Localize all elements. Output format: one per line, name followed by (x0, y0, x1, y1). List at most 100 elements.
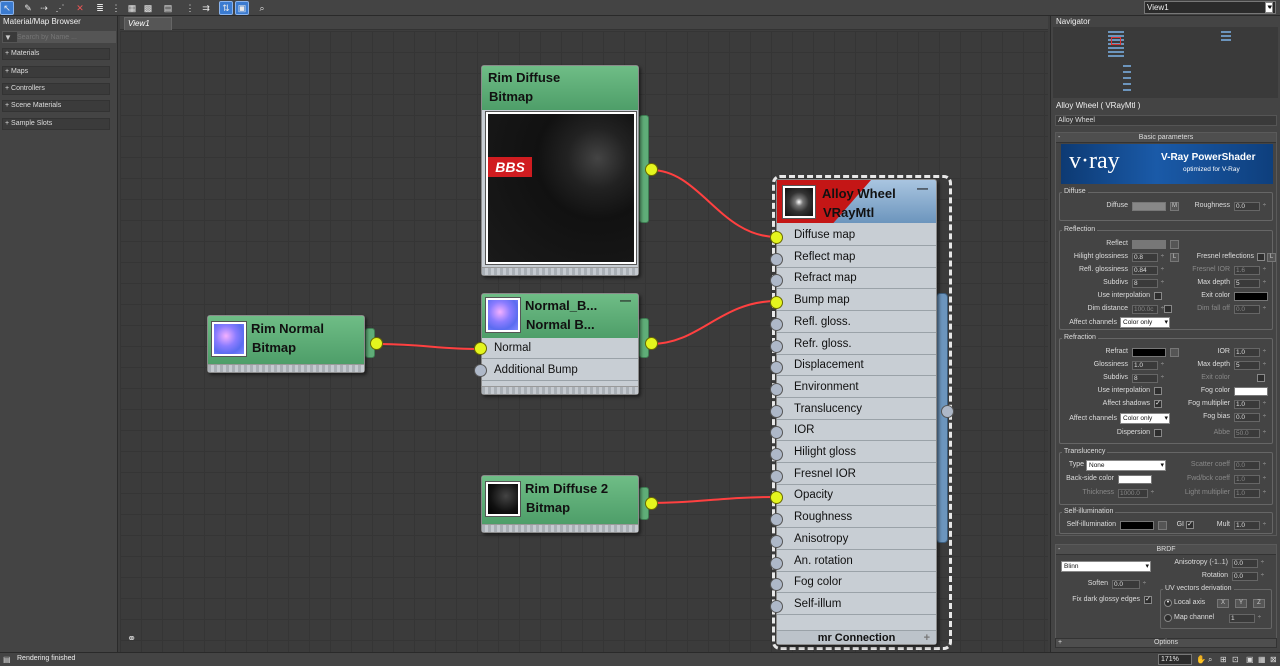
abbe-spinner[interactable]: 50.0 (1234, 429, 1266, 438)
output-socket[interactable] (941, 405, 954, 418)
use-interp-checkbox[interactable] (1154, 292, 1162, 300)
affect-channels-dropdown[interactable]: Color only (1120, 413, 1170, 424)
assign-material-icon[interactable]: ⇢ (38, 2, 50, 14)
slot-fog-color[interactable]: Fog color (777, 572, 936, 594)
exit-color-swatch[interactable] (1234, 292, 1268, 301)
node-alloy-wheel[interactable]: Alloy Wheel VRayMtl — Diffuse map Reflect… (776, 179, 937, 645)
dim-falloff-spinner[interactable]: 0.0 (1234, 305, 1266, 314)
zoom-select[interactable]: 171% (1158, 654, 1192, 665)
zoom-extents-icon[interactable]: ⊡ (1232, 655, 1239, 664)
dim-dist-spinner[interactable]: 100.0c (1132, 305, 1164, 314)
diffuse-map-button[interactable]: M (1170, 202, 1179, 211)
input-socket[interactable] (770, 469, 783, 483)
maximize-icon[interactable]: ⊠ (1270, 655, 1277, 664)
slot-fresnel-ior[interactable]: Fresnel IOR (777, 464, 936, 485)
input-socket[interactable] (770, 556, 783, 570)
zoom-icon[interactable]: ⌕ (1208, 655, 1212, 665)
axis-x-button[interactable]: X (1217, 599, 1229, 608)
mr-connection-footer[interactable]: mr Connection + (777, 630, 936, 644)
put-to-library-icon[interactable]: ⋰ (54, 2, 66, 14)
gi-checkbox[interactable]: ✓ (1186, 521, 1194, 529)
fog-bias-spinner[interactable]: 0.0 (1234, 413, 1266, 422)
fresnel-ior-spinner[interactable]: 1.6 (1234, 266, 1266, 275)
reflect-color-swatch[interactable] (1132, 240, 1166, 249)
view-select[interactable]: View1 ▾ (1144, 1, 1276, 14)
binoculars-icon[interactable]: ⚭ (127, 632, 136, 645)
material-name-field[interactable]: Alloy Wheel (1055, 115, 1277, 126)
slot-translucency[interactable]: Translucency (777, 399, 936, 420)
input-socket-additional-bump[interactable] (474, 364, 487, 377)
light-mult-spinner[interactable]: 1.0 (1234, 489, 1266, 498)
max-depth-spinner[interactable]: 5 (1234, 279, 1266, 288)
subdivs-spinner[interactable]: 8 (1132, 279, 1164, 288)
max-depth-spinner[interactable]: 5 (1234, 361, 1266, 370)
slot-roughness[interactable]: Roughness (777, 507, 936, 529)
backside-color-swatch[interactable] (1118, 475, 1152, 484)
move-children-icon[interactable]: ≣ (94, 2, 106, 14)
slot-refl-gloss[interactable]: Refl. gloss. (777, 312, 936, 333)
self-illum-map-button[interactable] (1158, 521, 1167, 530)
category-controllers[interactable]: + Controllers (2, 83, 110, 95)
slot-environment[interactable]: Environment (777, 377, 936, 398)
fresnel-lock-button[interactable]: L (1267, 253, 1276, 262)
node-graph-view[interactable]: Rim Diffuse Bitmap BBS Normal_B... Norma… (120, 31, 1048, 652)
slot-displacement[interactable]: Displacement (777, 355, 936, 377)
slot-diffuse-map[interactable]: Diffuse map (777, 225, 936, 246)
hilight-spinner[interactable]: 0.8 (1132, 253, 1164, 262)
toggle-icon-a[interactable]: ⇅ (219, 1, 233, 15)
slot-additional-bump[interactable]: Additional Bump (482, 360, 638, 381)
fix-dark-edges-checkbox[interactable]: ✓ (1144, 596, 1152, 604)
pan-icon[interactable]: ✋ (1196, 655, 1206, 664)
fog-mult-spinner[interactable]: 1.0 (1234, 400, 1266, 409)
show-background-icon[interactable]: ▩ (142, 2, 154, 14)
slot-normal[interactable]: Normal (482, 338, 638, 359)
zoom-selected-icon[interactable]: ▣ (1246, 655, 1254, 664)
input-socket[interactable] (770, 317, 783, 331)
delete-icon[interactable]: ✕ (74, 2, 86, 14)
lay-out-all-icon[interactable]: ▤ (162, 2, 174, 14)
exit-color-checkbox[interactable] (1257, 374, 1265, 382)
show-map-icon[interactable]: ▦ (126, 2, 138, 14)
axis-y-button[interactable]: Y (1235, 599, 1247, 608)
slot-an-rotation[interactable]: An. rotation (777, 551, 936, 572)
local-axis-radio[interactable]: • (1164, 599, 1172, 607)
node-normal-bump[interactable]: Normal_B... Normal B... — Normal Additio… (481, 293, 639, 395)
pick-material-icon[interactable]: ✎ (22, 2, 34, 14)
self-illum-mult-spinner[interactable]: 1.0 (1234, 521, 1266, 530)
basic-parameters-header[interactable]: - Basic parameters (1056, 133, 1276, 143)
dispersion-checkbox[interactable] (1154, 429, 1162, 437)
ior-spinner[interactable]: 1.0 (1234, 348, 1266, 357)
search-options-icon[interactable]: ▼ (4, 32, 12, 43)
slot-hilight-gloss[interactable]: Hilight gloss (777, 442, 936, 463)
lay-out-children-icon[interactable]: ⋮ (184, 2, 196, 14)
input-socket[interactable] (770, 513, 783, 527)
slot-bump-map[interactable]: Bump map (777, 290, 936, 312)
output-socket[interactable] (645, 163, 658, 176)
select-tool-icon[interactable]: ↖ (0, 1, 14, 15)
output-socket[interactable] (370, 337, 383, 350)
material-params-icon[interactable]: ⇉ (200, 2, 212, 14)
use-interp-checkbox[interactable] (1154, 387, 1162, 395)
input-socket[interactable] (770, 534, 783, 548)
tab-view1[interactable]: View1 (124, 17, 172, 30)
options-rollout-header[interactable]: + Options (1055, 638, 1277, 648)
navigator-viewport[interactable] (1053, 27, 1278, 98)
brdf-type-dropdown[interactable]: Blinn (1061, 561, 1151, 572)
node-rim-diffuse-2[interactable]: Rim Diffuse 2 Bitmap (481, 475, 639, 533)
input-socket[interactable] (770, 252, 783, 266)
category-scene-materials[interactable]: + Scene Materials (2, 100, 110, 112)
input-socket[interactable] (770, 448, 783, 461)
zoom-icon[interactable]: ⌕ (256, 2, 268, 14)
category-sample-slots[interactable]: + Sample Slots (2, 118, 110, 130)
fwd-bck-spinner[interactable]: 1.0 (1234, 475, 1266, 484)
brdf-header[interactable]: - BRDF (1056, 545, 1276, 555)
reflect-map-button[interactable] (1170, 240, 1179, 249)
refl-gloss-spinner[interactable]: 0.84 (1132, 266, 1164, 275)
input-socket-normal[interactable] (474, 342, 487, 355)
fog-color-swatch[interactable] (1234, 387, 1268, 396)
input-socket[interactable] (770, 231, 783, 244)
slot-ior[interactable]: IOR (777, 420, 936, 442)
input-socket[interactable] (770, 296, 783, 310)
search-input[interactable] (17, 32, 115, 42)
map-channel-radio[interactable] (1164, 614, 1172, 622)
